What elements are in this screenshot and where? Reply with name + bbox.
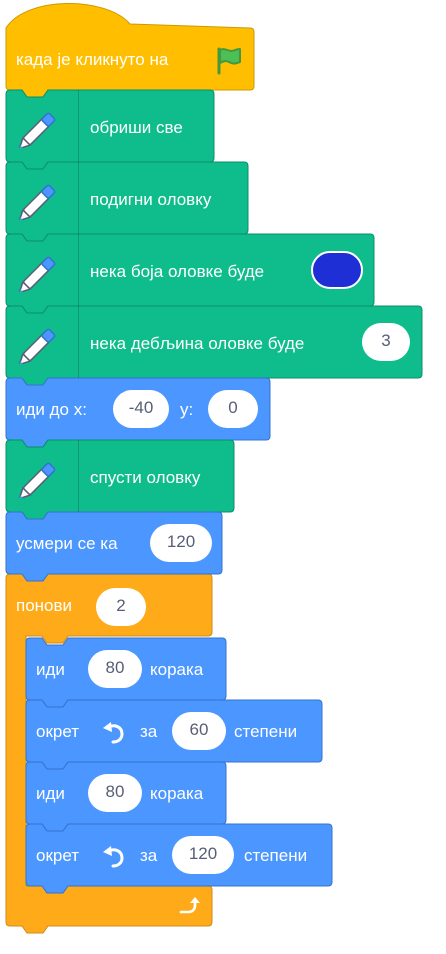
pen-icon (18, 184, 56, 220)
turn-left-block[interactable]: окрет за 120 степени (26, 824, 332, 886)
pen-icon (18, 462, 56, 498)
move-steps-block[interactable]: иди 80 корака (26, 762, 226, 824)
set-pen-color-block[interactable]: нека боја оловке буде (6, 234, 374, 306)
when-flag-label: када је кликнуто на (16, 50, 169, 69)
turn-by-label: за (140, 846, 158, 865)
turn-label: окрет (36, 722, 80, 741)
steps-input[interactable]: 80 (88, 774, 142, 812)
repeat-count-input[interactable]: 2 (96, 588, 146, 626)
pen-icon (18, 328, 56, 364)
pen-clear-block[interactable]: обриши све (6, 90, 214, 162)
pen-size-input[interactable]: 3 (362, 323, 410, 361)
move-label: иди (36, 784, 65, 803)
steps-input[interactable]: 80 (88, 650, 142, 688)
steps-label: корака (150, 784, 204, 803)
move-label: иди (36, 660, 65, 679)
turn-by-label: за (140, 722, 158, 741)
pen-up-block[interactable]: подигни оловку (6, 162, 248, 234)
when-flag-clicked-block[interactable]: када је кликнуто на (6, 28, 254, 90)
pen-color-swatch[interactable] (311, 251, 363, 289)
green-flag-icon (217, 47, 241, 75)
x-input[interactable]: -40 (113, 390, 169, 428)
degrees-input[interactable]: 60 (172, 712, 226, 750)
direction-input[interactable]: 120 (150, 524, 212, 562)
set-pen-size-label: нека дебљина оловке буде (90, 334, 305, 353)
pen-icon (18, 112, 56, 148)
pen-down-block[interactable]: спусти оловку (6, 440, 234, 512)
go-to-xy-block[interactable]: иди до x: -40 y: 0 (6, 378, 270, 440)
degrees-label: степени (234, 722, 298, 741)
repeat-block[interactable]: понови 2 (6, 574, 212, 636)
pen-up-label: подигни оловку (90, 190, 212, 209)
clear-label: обриши све (90, 118, 183, 137)
rotate-left-icon (103, 846, 124, 868)
repeat-arrow-icon (179, 897, 200, 914)
turn-left-block[interactable]: окрет за 60 степени (26, 700, 322, 762)
y-label: y: (180, 400, 194, 419)
pen-down-label: спусти оловку (90, 468, 201, 487)
degrees-input[interactable]: 120 (172, 836, 234, 874)
repeat-label: понови (16, 596, 73, 615)
turn-label: окрет (36, 846, 80, 865)
set-pen-size-block[interactable]: нека дебљина оловке буде 3 (6, 306, 422, 378)
go-to-x-label: иди до x: (16, 400, 87, 419)
set-pen-color-label: нека боја оловке буде (90, 262, 265, 281)
degrees-label: степени (244, 846, 308, 865)
steps-label: корака (150, 660, 204, 679)
point-in-direction-label: усмери се ка (16, 534, 118, 553)
point-in-direction-block[interactable]: усмери се ка 120 (6, 512, 222, 574)
pen-icon (18, 256, 56, 292)
y-input[interactable]: 0 (208, 390, 258, 428)
move-steps-block[interactable]: иди 80 корака (26, 638, 226, 700)
rotate-left-icon (103, 722, 124, 744)
